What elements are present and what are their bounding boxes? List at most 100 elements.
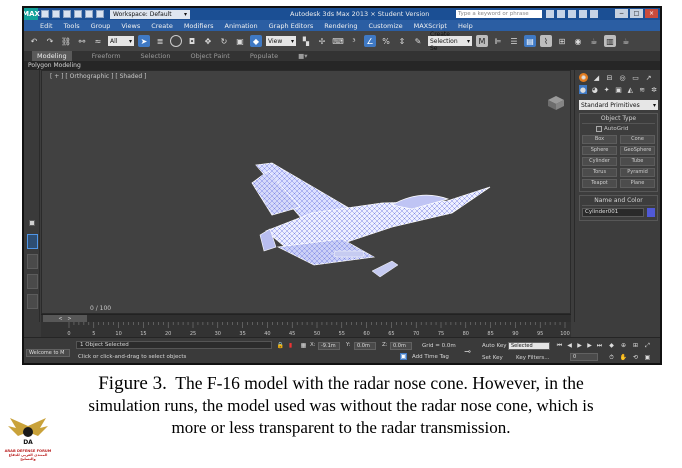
menu-create[interactable]: Create [151, 22, 173, 30]
object-name-input[interactable]: Cylinder001 [582, 208, 644, 217]
object-type-header[interactable]: Object Type [582, 115, 655, 124]
reference-coord-dropdown[interactable]: View ▾ [266, 36, 296, 46]
viewport-layout-button-2[interactable] [27, 254, 38, 269]
tab-populate[interactable]: Populate [250, 52, 278, 60]
display-tab-icon[interactable]: ▭ [631, 73, 640, 82]
viewport-layout-button-1[interactable] [27, 234, 38, 249]
torus-button[interactable]: Torus [582, 168, 617, 177]
menu-edit[interactable]: Edit [40, 22, 53, 30]
tube-button[interactable]: Tube [620, 157, 655, 166]
key-filters-button[interactable]: Key Filters... [516, 355, 549, 361]
lock-selection-icon[interactable]: 🔒 [277, 342, 284, 349]
spinner-snap-icon[interactable]: ⇕ [396, 35, 408, 47]
maxscript-listener[interactable]: Welcome to M [26, 349, 70, 357]
close-button[interactable]: × [645, 9, 658, 18]
tab-object-paint[interactable]: Object Paint [191, 52, 230, 60]
add-time-tag[interactable]: Add Time Tag [412, 354, 449, 360]
favorites-star-icon[interactable] [579, 10, 587, 18]
space-warps-icon[interactable]: ≋ [638, 85, 646, 94]
move-icon[interactable]: ✥ [202, 35, 214, 47]
viewport-layout-button-4[interactable] [27, 294, 38, 309]
select-place-icon[interactable]: ◆ [250, 35, 262, 47]
tab-freeform[interactable]: Freeform [92, 52, 121, 60]
layer-manager-icon[interactable]: ☰ [508, 35, 520, 47]
cone-button[interactable]: Cone [620, 135, 655, 144]
angle-snap-icon[interactable]: ∠ [364, 35, 376, 47]
viewport-label[interactable]: [ + ] [ Orthographic ] [ Shaded ] [50, 73, 146, 80]
tab-selection[interactable]: Selection [141, 52, 171, 60]
go-to-start-icon[interactable]: ⏮ [556, 342, 563, 349]
app-logo-icon[interactable]: MAX [24, 8, 40, 20]
project-folder-icon[interactable] [96, 10, 104, 18]
lights-icon[interactable]: ✦ [603, 85, 611, 94]
minimize-button[interactable]: − [615, 9, 628, 18]
name-color-header[interactable]: Name and Color [582, 197, 655, 206]
help-icon[interactable] [590, 10, 598, 18]
viewport-layout-button-3[interactable] [27, 274, 38, 289]
create-tab-icon[interactable]: ✹ [579, 73, 588, 82]
menu-customize[interactable]: Customize [368, 22, 402, 30]
rendered-frame-icon[interactable]: ▥ [604, 35, 616, 47]
z-coordinate-input[interactable]: 0.0m [390, 342, 412, 350]
menu-animation[interactable]: Animation [225, 22, 258, 30]
unlink-icon[interactable]: ⚯ [76, 35, 88, 47]
orbit-icon[interactable]: ⟲ [632, 354, 639, 361]
selection-filter-dropdown[interactable]: All ▾ [108, 36, 134, 46]
menu-tools[interactable]: Tools [64, 22, 80, 30]
time-tag-icon[interactable]: ▣ [400, 353, 407, 360]
new-file-icon[interactable] [41, 10, 49, 18]
scale-icon[interactable]: ▣ [234, 35, 246, 47]
link-icon[interactable]: ⛓ [60, 35, 72, 47]
y-coordinate-input[interactable]: 0.0m [354, 342, 376, 350]
play-icon[interactable]: ▶ [576, 342, 583, 349]
select-by-name-icon[interactable]: ≣ [154, 35, 166, 47]
subscription-icon[interactable] [557, 10, 565, 18]
selection-region-icon[interactable] [170, 35, 182, 47]
mini-curve-toggle[interactable] [24, 322, 41, 337]
previous-frame-icon[interactable]: ◀ [566, 342, 573, 349]
menu-graph-editors[interactable]: Graph Editors [269, 22, 314, 30]
graphite-toggle-icon[interactable]: ▤ [524, 35, 536, 47]
communication-icon[interactable] [568, 10, 576, 18]
align-icon[interactable]: ⊫ [492, 35, 504, 47]
zoom-extents-icon[interactable]: ⤢ [644, 342, 651, 349]
menu-views[interactable]: Views [121, 22, 140, 30]
key-icon[interactable]: ⊸ [464, 347, 471, 356]
redo-arrow-icon[interactable]: ↷ [44, 35, 56, 47]
track-bar[interactable]: 0 5 10 15 20 25 30 35 40 45 50 55 60 65 70 75 80 85 90 95 10… [41, 322, 571, 337]
rotate-icon[interactable]: ↻ [218, 35, 230, 47]
sphere-button[interactable]: Sphere [582, 146, 617, 155]
menu-group[interactable]: Group [91, 22, 111, 30]
maximize-button[interactable]: □ [630, 9, 643, 18]
systems-icon[interactable]: ✲ [650, 85, 658, 94]
curve-editor-icon[interactable]: ⌇ [540, 35, 552, 47]
menu-rendering[interactable]: Rendering [324, 22, 357, 30]
select-object-icon[interactable]: ➤ [138, 35, 150, 47]
mirror-icon[interactable]: M [476, 35, 488, 47]
absolute-mode-icon[interactable]: ▦ [300, 342, 307, 349]
save-file-icon[interactable] [63, 10, 71, 18]
named-selection-dropdown[interactable]: Create Selection Se ▾ [428, 31, 472, 52]
select-manipulate-icon[interactable]: ✢ [316, 35, 328, 47]
time-config-icon[interactable]: ⏱ [608, 354, 615, 361]
shapes-icon[interactable]: ◕ [591, 85, 599, 94]
menu-modifiers[interactable]: Modifiers [184, 22, 214, 30]
set-key-button[interactable]: Set Key [482, 355, 503, 361]
maximize-viewport-icon[interactable]: ▣ [644, 354, 651, 361]
object-color-swatch[interactable] [647, 208, 655, 217]
open-file-icon[interactable] [52, 10, 60, 18]
geometry-icon[interactable]: ● [579, 85, 587, 94]
menu-help[interactable]: Help [458, 22, 473, 30]
edit-named-selection-icon[interactable]: ✎ [412, 35, 424, 47]
percent-snap-icon[interactable]: % [380, 35, 392, 47]
zoom-icon[interactable]: ⊕ [620, 342, 627, 349]
hierarchy-tab-icon[interactable]: ⊟ [605, 73, 614, 82]
undo-arrow-icon[interactable]: ↶ [28, 35, 40, 47]
utilities-tab-icon[interactable]: ↗ [644, 73, 653, 82]
schematic-view-icon[interactable]: ⊞ [556, 35, 568, 47]
next-frame-icon[interactable]: ▶ [586, 342, 593, 349]
isolate-icon[interactable]: ▮ [287, 342, 294, 349]
snaps-toggle-icon[interactable]: ³ [348, 35, 360, 47]
material-editor-icon[interactable]: ◉ [572, 35, 584, 47]
geosphere-button[interactable]: GeoSphere [620, 146, 655, 155]
